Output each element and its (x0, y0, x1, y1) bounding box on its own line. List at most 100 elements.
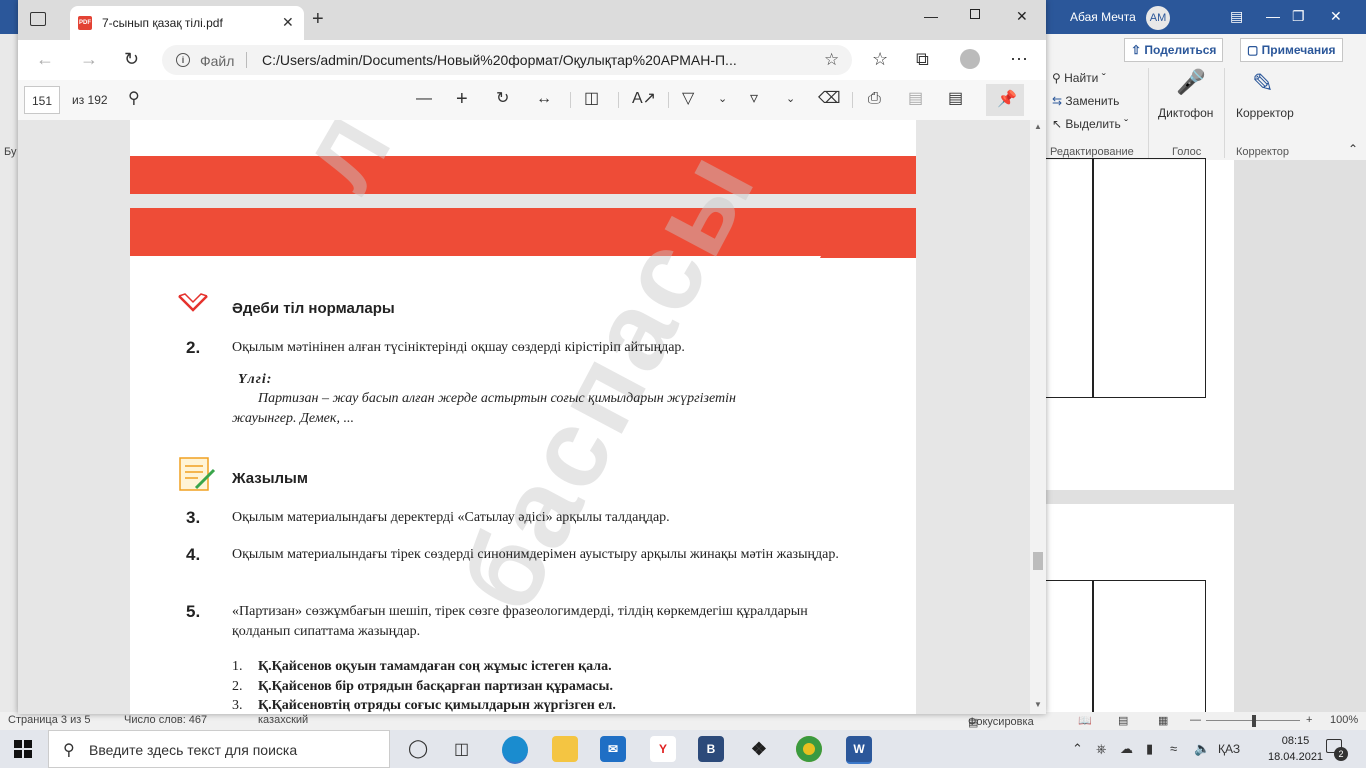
volume-icon[interactable]: 🔈 (1194, 741, 1210, 757)
rotate-icon[interactable]: ↻ (496, 90, 509, 108)
show-hidden-icons[interactable]: ⌃ (1072, 741, 1083, 757)
save-icon[interactable]: ▤ (908, 90, 923, 108)
minimize-icon[interactable]: — (1266, 8, 1280, 24)
wifi-icon[interactable]: ≈ (1170, 741, 1177, 756)
read-aloud-icon[interactable]: A↗ (632, 90, 656, 108)
new-tab-icon[interactable]: + (312, 9, 324, 29)
windows-start-icon[interactable] (14, 740, 32, 758)
restore-icon[interactable]: ❐ (1292, 8, 1305, 25)
highlight-icon[interactable]: ▿ (750, 90, 758, 108)
notes-button[interactable]: ▢ Примечания (1240, 38, 1343, 62)
yandex-icon[interactable]: Y (650, 736, 676, 762)
word-app-icon[interactable]: W (846, 736, 872, 764)
section-title: Әдеби тіл нормалары (232, 300, 395, 317)
pdf-viewer[interactable]: 150 Л баспасы Әдеби тіл нормалары 2. Оқы… (18, 120, 1046, 714)
forward-icon[interactable]: → (80, 50, 98, 68)
close-icon[interactable]: ✕ (1016, 8, 1028, 25)
table-cell (1044, 158, 1094, 398)
heart-icon (178, 293, 208, 312)
chevron-down-icon[interactable]: ⌄ (718, 90, 727, 108)
status-language[interactable]: казахский (258, 714, 308, 726)
clock[interactable]: 08:15 18.04.2021 (1268, 733, 1323, 765)
list-item-number: 2. (232, 679, 243, 694)
scroll-down-icon[interactable]: ▼ (1034, 700, 1042, 709)
find-button[interactable]: ⚲ Найти ˇ (1052, 71, 1106, 85)
collections-icon[interactable]: ⧉ (916, 50, 929, 68)
vertical-scrollbar[interactable]: ▲ ▼ (1030, 120, 1046, 714)
status-words[interactable]: Число слов: 467 (124, 714, 207, 726)
collapse-ribbon-icon[interactable]: ⌃ (1348, 142, 1358, 156)
chevron-down-icon[interactable]: ⌄ (786, 90, 795, 108)
zoom-out-icon[interactable]: — (416, 90, 432, 108)
word-document-area (1044, 158, 1366, 724)
zoom-slider-thumb[interactable] (1252, 715, 1256, 727)
toolbar-divider (570, 92, 571, 108)
edge-app-icon[interactable] (502, 736, 528, 764)
example-label: Үлгі: (238, 372, 273, 387)
task-view-icon[interactable]: ◫ (454, 739, 469, 759)
chevron-down-icon: ˇ (1101, 71, 1106, 85)
zoom-in-icon[interactable]: + (1306, 714, 1312, 726)
back-icon[interactable]: ← (36, 50, 54, 68)
replace-button[interactable]: ⇆ Заменить (1052, 94, 1119, 108)
page-view-icon[interactable]: ◫ (584, 90, 599, 108)
save-as-icon[interactable]: ▤ (948, 90, 963, 108)
chevron-down-icon: ˇ (1124, 117, 1129, 131)
replace-label: Заменить (1065, 94, 1120, 108)
address-bar[interactable]: i Файл C:/Users/admin/Documents/Новый%20… (162, 45, 852, 75)
zoom-out-icon[interactable]: — (1190, 714, 1201, 726)
profile-icon[interactable] (960, 49, 980, 69)
tab-title: 7-сынып қазақ тілі.pdf (102, 16, 223, 30)
add-favorite-icon[interactable]: ☆ (824, 50, 839, 70)
input-language[interactable]: ҚАЗ (1218, 742, 1240, 756)
erase-icon[interactable]: ⌫ (818, 90, 841, 108)
web-layout-icon[interactable]: ▦ (1158, 714, 1168, 727)
minimize-icon[interactable]: — (924, 8, 938, 24)
file-explorer-icon[interactable] (552, 736, 578, 762)
maximize-icon[interactable] (970, 9, 980, 19)
dictate-button[interactable]: Диктофон (1158, 106, 1213, 120)
tab-actions-icon[interactable] (30, 12, 46, 26)
comment-icon: ▢ (1247, 43, 1262, 57)
editor-pen-icon[interactable]: ✎ (1252, 68, 1274, 99)
page-number: 150 (190, 134, 214, 150)
refresh-icon[interactable]: ↻ (124, 50, 139, 68)
toolbar-divider (668, 92, 669, 108)
share-button[interactable]: ⇧ Поделиться (1124, 38, 1224, 62)
pin-toolbar-button[interactable]: 📌 (986, 84, 1024, 116)
tab-pdf[interactable]: PDF 7-сынып қазақ тілі.pdf ✕ (70, 6, 304, 40)
taskbar-search[interactable]: ⚲ Введите здесь текст для поиска (48, 730, 390, 768)
avatar[interactable]: АМ (1146, 6, 1170, 30)
network-icon[interactable]: ⎈ (1096, 741, 1106, 757)
more-icon[interactable]: ⋯ (1010, 50, 1028, 68)
info-icon[interactable]: i (176, 53, 190, 67)
print-icon[interactable]: ⎙ (868, 90, 881, 108)
favorites-icon[interactable]: ☆ (872, 50, 888, 68)
scroll-up-icon[interactable]: ▲ (1034, 122, 1042, 131)
cortana-icon[interactable]: ◯ (408, 738, 428, 759)
page-number-input[interactable]: 151 (24, 86, 60, 114)
chrome-icon[interactable] (796, 736, 822, 762)
status-page[interactable]: Страница 3 из 5 (8, 714, 90, 726)
ribbon-display-options-icon[interactable]: ▤ (1230, 8, 1243, 25)
zoom-in-icon[interactable]: + (456, 89, 468, 109)
task-number: 5. (186, 602, 201, 621)
dropbox-icon[interactable]: ❖ (746, 736, 772, 762)
mail-icon[interactable]: ✉ (600, 736, 626, 762)
fit-page-icon[interactable]: ↔ (536, 90, 552, 108)
scrollbar-thumb[interactable] (1033, 552, 1043, 570)
zoom-level[interactable]: 100% (1330, 714, 1358, 726)
search-icon[interactable]: ⚲ (128, 90, 140, 108)
battery-icon[interactable]: ▮ (1146, 741, 1153, 757)
read-mode-icon[interactable]: 📖 (1078, 714, 1092, 727)
close-tab-icon[interactable]: ✕ (282, 14, 294, 31)
close-icon[interactable]: ✕ (1330, 8, 1342, 25)
draw-icon[interactable]: ▽ (682, 90, 694, 108)
select-button[interactable]: ↖ Выделить ˇ (1052, 117, 1128, 131)
url-text[interactable]: C:/Users/admin/Documents/Новый%20формат/… (262, 52, 737, 68)
editor-button[interactable]: Корректор (1236, 106, 1294, 120)
onedrive-icon[interactable]: ☁ (1120, 741, 1133, 757)
app-b-icon[interactable]: B (698, 736, 724, 762)
microphone-icon[interactable]: 🎤 (1176, 68, 1206, 98)
print-layout-icon[interactable]: ▤ (1118, 714, 1128, 727)
